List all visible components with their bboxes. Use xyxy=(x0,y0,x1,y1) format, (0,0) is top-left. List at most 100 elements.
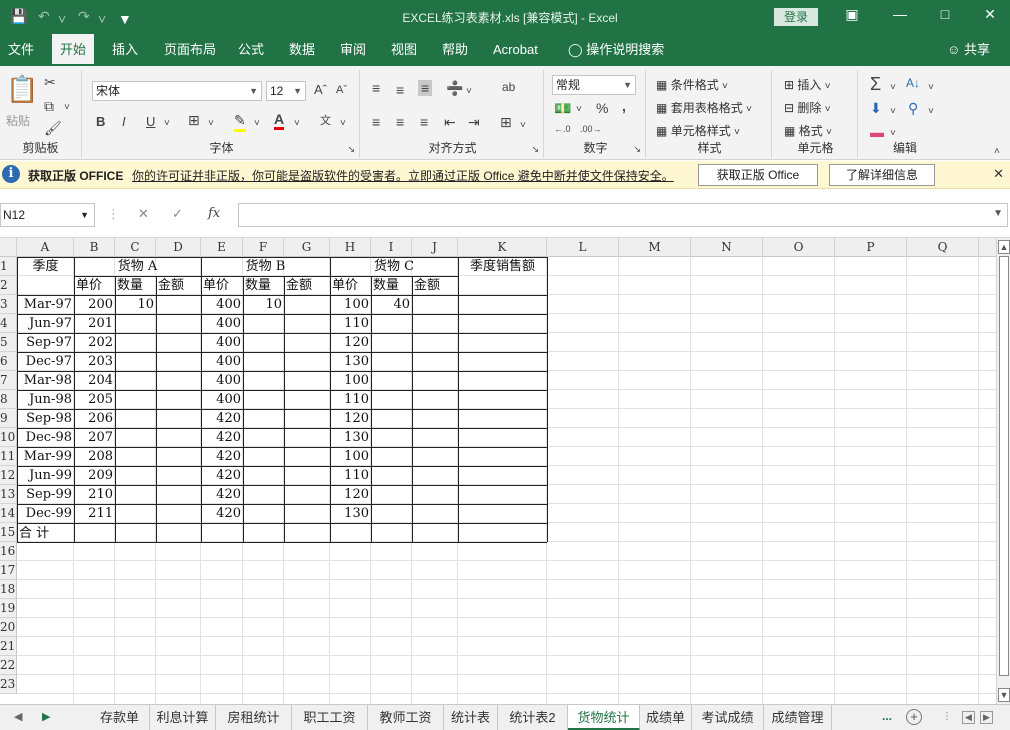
tell-me-search[interactable]: ◯ 操作说明搜索 xyxy=(560,34,672,66)
align-middle-icon[interactable]: ≡ xyxy=(396,82,404,98)
cell-b8[interactable]: 205 xyxy=(74,390,115,409)
close-icon[interactable]: ✕ xyxy=(980,6,1000,23)
cell-a11[interactable]: Mar-99 xyxy=(17,447,74,466)
cell-b13[interactable]: 210 xyxy=(74,485,115,504)
align-left-icon[interactable]: ≡ xyxy=(372,114,380,130)
cell-i12[interactable] xyxy=(371,466,412,485)
insert-function-icon[interactable]: fx xyxy=(208,206,220,221)
infobar-message[interactable]: 你的许可证并非正版，你可能是盗版软件的受害者。立即通过正版 Office 避免中… xyxy=(132,167,674,184)
cell-i14[interactable] xyxy=(371,504,412,523)
cell-c6[interactable] xyxy=(115,352,156,371)
redo-dropdown-icon[interactable]: ˅ xyxy=(98,11,106,27)
cell-h9[interactable]: 120 xyxy=(330,409,371,428)
hscroll-right-icon[interactable]: ▶ xyxy=(980,711,993,724)
ribbon-display-options-icon[interactable]: ▣ xyxy=(842,6,862,23)
cell-f7[interactable] xyxy=(243,371,284,390)
cell-e12[interactable]: 420 xyxy=(201,466,243,485)
sort-filter-dropdown-icon[interactable]: ˅ xyxy=(928,82,934,93)
row-header-19[interactable]: 19 xyxy=(0,599,17,618)
select-all-corner[interactable] xyxy=(0,238,17,257)
cell-e9[interactable]: 420 xyxy=(201,409,243,428)
autosum-icon[interactable]: Σ xyxy=(870,74,881,95)
tab-file[interactable]: 文件 xyxy=(0,34,42,66)
cell-i10[interactable] xyxy=(371,428,412,447)
cell-c9[interactable] xyxy=(115,409,156,428)
fill-color-icon[interactable]: ✎ xyxy=(234,112,246,132)
cell-c14[interactable] xyxy=(115,504,156,523)
cell-e11[interactable]: 420 xyxy=(201,447,243,466)
cell-a1[interactable]: 季度 xyxy=(17,257,74,276)
format-painter-icon[interactable]: 🖌 xyxy=(44,120,62,137)
row-header-9[interactable]: 9 xyxy=(0,409,17,428)
column-header-b[interactable]: B xyxy=(74,238,115,257)
row-header-7[interactable]: 7 xyxy=(0,371,17,390)
tab-formulas[interactable]: 公式 xyxy=(230,34,272,66)
cell-i4[interactable] xyxy=(371,314,412,333)
cell-h13[interactable]: 120 xyxy=(330,485,371,504)
cell-a5[interactable]: Sep-97 xyxy=(17,333,74,352)
tab-review[interactable]: 审阅 xyxy=(332,34,374,66)
cell-a10[interactable]: Dec-98 xyxy=(17,428,74,447)
cell-e14[interactable]: 420 xyxy=(201,504,243,523)
cell-h4[interactable]: 110 xyxy=(330,314,371,333)
column-header-k[interactable]: K xyxy=(458,238,547,257)
cell-f14[interactable] xyxy=(243,504,284,523)
number-format-select[interactable]: 常规 ▼ xyxy=(552,75,636,95)
sheet-tab-3[interactable]: 职工工资 xyxy=(292,705,368,730)
cell-c13[interactable] xyxy=(115,485,156,504)
more-options-icon[interactable]: ⋮ xyxy=(107,206,120,222)
confirm-entry-icon[interactable]: ✓ xyxy=(172,206,183,222)
cell-f8[interactable] xyxy=(243,390,284,409)
cell-f4[interactable] xyxy=(243,314,284,333)
get-genuine-office-button[interactable]: 获取正版 Office xyxy=(698,164,818,186)
close-infobar-icon[interactable]: ✕ xyxy=(993,166,1004,182)
cell-b14[interactable]: 211 xyxy=(74,504,115,523)
number-dialog-launcher-icon[interactable]: ↘ xyxy=(633,144,641,155)
row-header-4[interactable]: 4 xyxy=(0,314,17,333)
cell-e4[interactable]: 400 xyxy=(201,314,243,333)
cell-i2[interactable]: 数量 xyxy=(371,276,412,295)
cell-b7[interactable]: 204 xyxy=(74,371,115,390)
sheet-tab-6[interactable]: 统计表2 xyxy=(498,705,568,730)
cell-a9[interactable]: Sep-98 xyxy=(17,409,74,428)
row-header-3[interactable]: 3 xyxy=(0,295,17,314)
cell-i5[interactable] xyxy=(371,333,412,352)
tab-view[interactable]: 视图 xyxy=(383,34,425,66)
row-header-18[interactable]: 18 xyxy=(0,580,17,599)
font-dialog-launcher-icon[interactable]: ↘ xyxy=(347,144,355,155)
column-header-m[interactable]: M xyxy=(619,238,691,257)
next-sheet-icon[interactable]: ▶ xyxy=(42,710,50,723)
cell-a13[interactable]: Sep-99 xyxy=(17,485,74,504)
row-header-23[interactable]: 23 xyxy=(0,675,17,694)
row-header-10[interactable]: 10 xyxy=(0,428,17,447)
cell-j2[interactable]: 金额 xyxy=(412,276,458,295)
redo-icon[interactable]: ↷ xyxy=(78,8,90,25)
more-sheets-icon[interactable]: ... xyxy=(882,709,892,723)
column-header-f[interactable]: F xyxy=(243,238,284,257)
cell-c11[interactable] xyxy=(115,447,156,466)
align-right-icon[interactable]: ≡ xyxy=(420,114,428,130)
row-header-15[interactable]: 15 xyxy=(0,523,17,542)
autosum-dropdown-icon[interactable]: ˅ xyxy=(890,82,896,93)
column-header-d[interactable]: D xyxy=(156,238,201,257)
cell-f5[interactable] xyxy=(243,333,284,352)
cell-h3[interactable]: 100 xyxy=(330,295,371,314)
format-as-table-button[interactable]: ▦ 套用表格格式 ˅ xyxy=(656,99,752,116)
cell-g2[interactable]: 金额 xyxy=(284,276,330,295)
row-header-12[interactable]: 12 xyxy=(0,466,17,485)
cell-f12[interactable] xyxy=(243,466,284,485)
cell-f10[interactable] xyxy=(243,428,284,447)
cell-f13[interactable] xyxy=(243,485,284,504)
fill-icon[interactable]: ⬇ xyxy=(870,100,882,117)
undo-icon[interactable]: ↶ xyxy=(38,8,50,25)
column-header-c[interactable]: C xyxy=(115,238,156,257)
cell-h12[interactable]: 110 xyxy=(330,466,371,485)
column-header-q[interactable]: Q xyxy=(907,238,979,257)
sheet-tab-4[interactable]: 教师工资 xyxy=(368,705,444,730)
cell-e5[interactable]: 400 xyxy=(201,333,243,352)
column-header-l[interactable]: L xyxy=(547,238,619,257)
cell-i11[interactable] xyxy=(371,447,412,466)
borders-icon[interactable]: ⊞ xyxy=(188,112,200,129)
row-header-14[interactable]: 14 xyxy=(0,504,17,523)
increase-decimal-icon[interactable]: ←.0 xyxy=(554,124,571,134)
